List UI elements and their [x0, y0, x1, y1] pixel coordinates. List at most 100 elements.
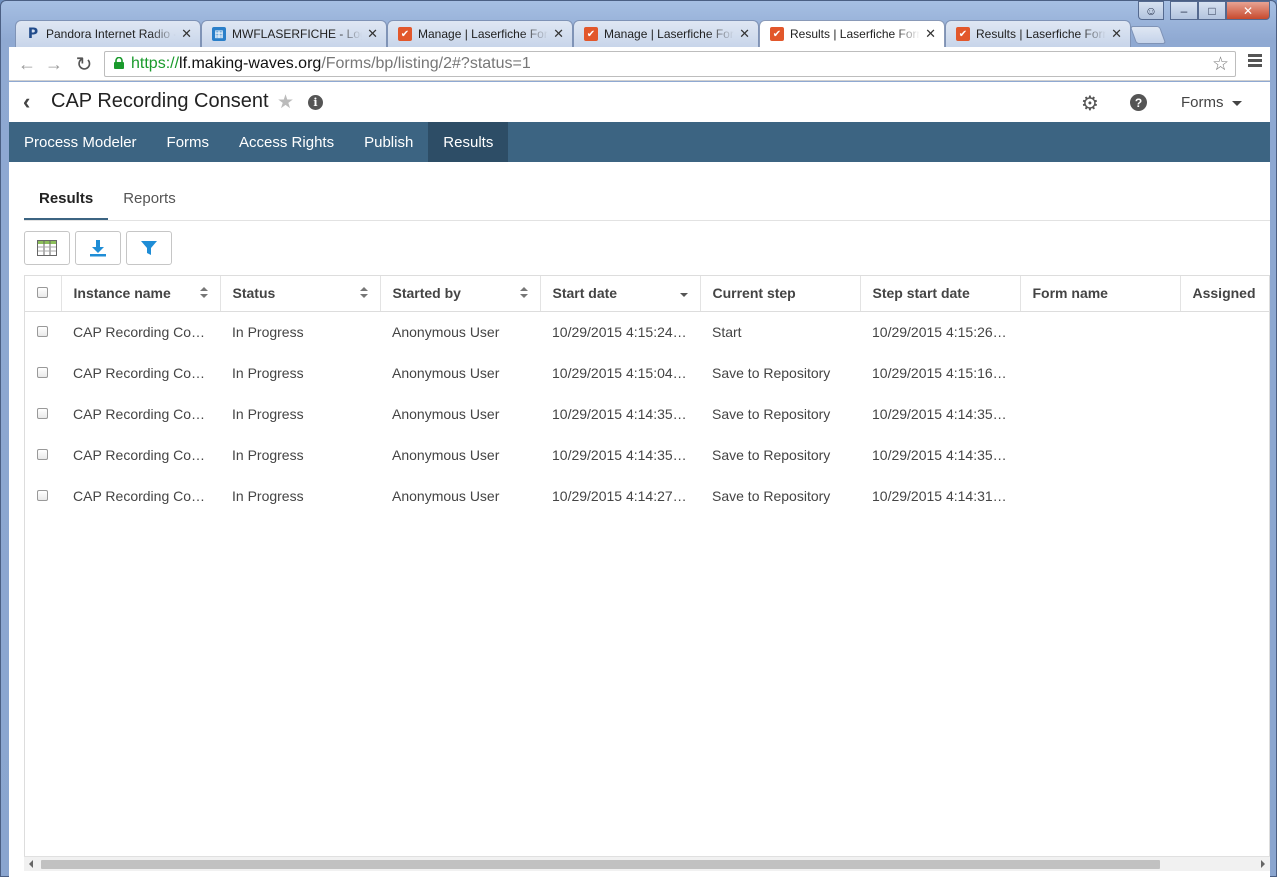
table-row[interactable]: CAP Recording Consent In Progress Anonym…: [25, 434, 1269, 475]
page-content: ‹ CAP Recording Consent ★ i ⚙ ? Forms Pr…: [9, 82, 1270, 877]
column-header-started-by[interactable]: Started by: [380, 276, 541, 312]
column-header-step-start-date[interactable]: Step start date: [860, 276, 1021, 312]
close-tab-icon[interactable]: ✕: [367, 26, 378, 42]
nav-publish[interactable]: Publish: [349, 122, 428, 162]
row-checkbox[interactable]: [37, 489, 48, 501]
forms-dropdown-label: Forms: [1181, 94, 1224, 111]
forward-arrow-icon[interactable]: →: [42, 52, 66, 76]
results-grid: Instance name Status Started by Start da…: [24, 275, 1270, 871]
gear-icon[interactable]: ⚙: [1081, 91, 1099, 116]
cell-started-by: Anonymous User: [392, 446, 500, 463]
column-header-instance-name[interactable]: Instance name: [61, 276, 221, 312]
cell-current-step: Save to Repository: [712, 405, 831, 422]
user-profile-icon[interactable]: ☺: [1138, 1, 1164, 20]
laserfiche-icon: ✔: [584, 27, 598, 41]
close-tab-icon[interactable]: ✕: [1111, 26, 1122, 42]
nav-process-modeler[interactable]: Process Modeler: [9, 122, 152, 162]
nav-access-rights[interactable]: Access Rights: [224, 122, 349, 162]
chrome-menu-icon[interactable]: [1248, 54, 1262, 69]
minimize-button[interactable]: –: [1170, 1, 1198, 20]
column-header-assigned[interactable]: Assigned: [1180, 276, 1269, 312]
select-all-checkbox[interactable]: [37, 287, 48, 299]
column-label: Instance name: [73, 285, 171, 302]
forms-dropdown[interactable]: Forms: [1181, 94, 1242, 111]
browser-tab-active[interactable]: ✔ Results | Laserfiche Form ✕: [759, 20, 945, 47]
cell-status: In Progress: [232, 446, 304, 463]
tab-results[interactable]: Results: [24, 180, 109, 221]
tab-title: Pandora Internet Radio -: [46, 27, 176, 41]
row-checkbox[interactable]: [37, 407, 48, 419]
favorite-star-icon[interactable]: ★: [277, 91, 294, 114]
horizontal-scrollbar[interactable]: [24, 856, 1270, 871]
cell-current-step: Save to Repository: [712, 364, 831, 381]
info-icon[interactable]: i: [308, 95, 323, 110]
cell-start-date: 10/29/2015 4:15:04 PM: [552, 364, 698, 381]
back-arrow-icon[interactable]: ←: [15, 52, 39, 76]
tab-strip: P Pandora Internet Radio - ✕ ▦ MWFLASERF…: [15, 20, 1167, 47]
results-table: Instance name Status Started by Start da…: [25, 276, 1269, 516]
tab-title: Manage | Laserfiche Form: [418, 27, 548, 41]
row-checkbox[interactable]: [37, 448, 48, 460]
cell-form-name: [1020, 352, 1180, 393]
tab-reports[interactable]: Reports: [108, 180, 191, 221]
column-header-status[interactable]: Status: [220, 276, 381, 312]
browser-tab[interactable]: ✔ Manage | Laserfiche Form ✕: [387, 20, 573, 47]
cell-start-date: 10/29/2015 4:14:35 PM: [552, 446, 698, 463]
table-row[interactable]: CAP Recording Consent In Progress Anonym…: [25, 311, 1269, 352]
column-label: Status: [232, 285, 276, 302]
close-tab-icon[interactable]: ✕: [739, 26, 750, 42]
close-tab-icon[interactable]: ✕: [553, 26, 564, 42]
cell-form-name: [1020, 311, 1180, 352]
row-checkbox[interactable]: [37, 325, 48, 337]
laserfiche-icon: ✔: [398, 27, 412, 41]
cell-form-name: [1020, 475, 1180, 516]
column-header-current-step[interactable]: Current step: [700, 276, 861, 312]
scroll-right-icon[interactable]: [1261, 860, 1265, 868]
maximize-button[interactable]: □: [1198, 1, 1226, 20]
sort-icon: [519, 287, 528, 299]
row-checkbox[interactable]: [37, 366, 48, 378]
table-row[interactable]: CAP Recording Consent In Progress Anonym…: [25, 352, 1269, 393]
browser-tab[interactable]: ✔ Manage | Laserfiche Form ✕: [573, 20, 759, 47]
browser-window: ☺ – □ ✕ P Pandora Internet Radio - ✕ ▦ M…: [0, 0, 1277, 877]
browser-tab[interactable]: P Pandora Internet Radio - ✕: [15, 20, 201, 47]
divider: [24, 220, 1270, 221]
cell-started-by: Anonymous User: [392, 364, 500, 381]
nav-results[interactable]: Results: [428, 122, 509, 162]
address-bar[interactable]: https://lf.making-waves.org/Forms/bp/lis…: [104, 51, 1236, 77]
page-header: ‹ CAP Recording Consent ★ i ⚙ ? Forms: [9, 82, 1270, 122]
cell-assigned: [1180, 311, 1269, 352]
column-header-start-date[interactable]: Start date: [540, 276, 701, 312]
close-window-button[interactable]: ✕: [1226, 1, 1270, 20]
laserfiche-icon: ✔: [956, 27, 970, 41]
table-row[interactable]: CAP Recording Consent In Progress Anonym…: [25, 393, 1269, 434]
reload-icon[interactable]: ↻: [72, 52, 96, 76]
column-header-form-name[interactable]: Form name: [1020, 276, 1181, 312]
chevron-left-icon[interactable]: ‹: [23, 89, 30, 115]
help-icon[interactable]: ?: [1130, 94, 1147, 111]
cell-instance-name: CAP Recording Consent: [73, 446, 220, 463]
sort-icon: [199, 287, 208, 299]
column-chooser-button[interactable]: [24, 231, 70, 265]
download-button[interactable]: [75, 231, 121, 265]
scroll-left-icon[interactable]: [29, 860, 33, 868]
column-label: Current step: [712, 285, 796, 302]
cell-instance-name: CAP Recording Consent: [73, 487, 220, 504]
cell-status: In Progress: [232, 364, 304, 381]
tab-title: Results | Laserfiche Form: [976, 27, 1106, 41]
close-tab-icon[interactable]: ✕: [925, 26, 936, 42]
nav-forms[interactable]: Forms: [152, 122, 225, 162]
cell-start-date: 10/29/2015 4:15:24 PM: [552, 323, 698, 340]
filter-button[interactable]: [126, 231, 172, 265]
row-select-cell: [25, 434, 61, 475]
bookmark-star-icon[interactable]: ☆: [1212, 53, 1229, 76]
browser-tab[interactable]: ▦ MWFLASERFICHE - LogM ✕: [201, 20, 387, 47]
new-tab-button[interactable]: [1129, 26, 1167, 44]
tab-title: Results | Laserfiche Form: [790, 27, 920, 41]
sub-tabs: Results Reports: [24, 180, 191, 221]
scrollbar-thumb[interactable]: [41, 860, 1160, 869]
cell-instance-name: CAP Recording Consent: [73, 323, 220, 340]
close-tab-icon[interactable]: ✕: [181, 26, 192, 42]
table-row[interactable]: CAP Recording Consent In Progress Anonym…: [25, 475, 1269, 516]
browser-tab[interactable]: ✔ Results | Laserfiche Form ✕: [945, 20, 1131, 47]
